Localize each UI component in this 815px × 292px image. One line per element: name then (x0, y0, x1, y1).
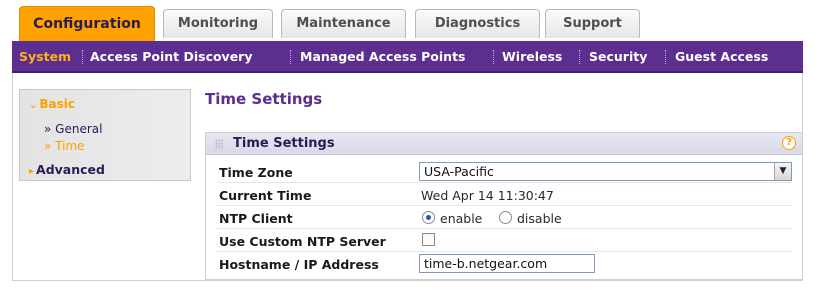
sidebar-menu: ⌄ Basic » General » Time ▸ Advanced (19, 89, 191, 181)
chevron-down-icon: ⌄ (29, 100, 38, 111)
ntp-client-row: NTP Client enable disable (217, 207, 792, 229)
ntp-disable-radio[interactable] (499, 211, 512, 224)
time-settings-panel: Time Settings ? Time Zone USA-Pacific ▼ … (205, 132, 803, 280)
hostname-row: Hostname / IP Address (217, 253, 792, 275)
ntp-enable-label: enable (440, 211, 483, 226)
sidebar-item-basic[interactable]: ⌄ Basic (29, 97, 75, 111)
ntp-client-label: NTP Client (219, 211, 293, 226)
bullet-icon: » (44, 139, 56, 153)
panel-title: Time Settings (233, 136, 335, 151)
sidebar-item-label: General (55, 122, 103, 136)
page-title: Time Settings (205, 90, 323, 108)
custom-ntp-label: Use Custom NTP Server (219, 234, 386, 249)
help-icon[interactable]: ? (782, 136, 796, 150)
ntp-enable-radio[interactable] (422, 211, 435, 224)
subnav-separator (290, 50, 291, 64)
subnav-separator (665, 50, 666, 64)
tab-configuration[interactable]: Configuration (19, 6, 155, 41)
time-zone-label: Time Zone (219, 165, 293, 180)
subnav-wireless[interactable]: Wireless (502, 41, 562, 73)
subnav-security[interactable]: Security (589, 41, 647, 73)
sidebar-item-general[interactable]: » General (44, 122, 102, 136)
subnav-separator (579, 50, 580, 64)
current-time-label: Current Time (219, 188, 312, 203)
custom-ntp-checkbox[interactable] (422, 233, 435, 246)
tab-monitoring[interactable]: Monitoring (163, 9, 273, 38)
subnav-separator (493, 50, 494, 64)
tab-support[interactable]: Support (545, 9, 640, 38)
subnav-managed-access-points[interactable]: Managed Access Points (300, 41, 466, 73)
current-time-row: Current Time Wed Apr 14 11:30:47 (217, 184, 792, 206)
hostname-input[interactable] (419, 254, 595, 273)
main-tab-bar: Configuration Monitoring Maintenance Dia… (0, 0, 815, 41)
custom-ntp-row: Use Custom NTP Server (217, 230, 792, 252)
panel-header: Time Settings ? (206, 133, 802, 155)
chevron-down-icon[interactable]: ▼ (774, 163, 791, 180)
ntp-disable-label: disable (517, 211, 562, 226)
sidebar-item-label: Basic (39, 97, 76, 111)
subnav-guest-access[interactable]: Guest Access (675, 41, 768, 73)
time-zone-value: USA-Pacific (424, 164, 494, 179)
sidebar-item-advanced[interactable]: ▸ Advanced (29, 162, 105, 177)
time-zone-row: Time Zone USA-Pacific ▼ (217, 161, 792, 183)
chevron-right-icon: ▸ (29, 166, 35, 177)
sidebar-item-label: Advanced (36, 162, 105, 177)
subnav-system[interactable]: System (19, 41, 71, 73)
time-zone-select[interactable]: USA-Pacific ▼ (419, 162, 792, 181)
bullet-icon: » (44, 122, 56, 136)
subnav-separator (82, 50, 83, 64)
hostname-label: Hostname / IP Address (219, 257, 379, 272)
subnav-access-point-discovery[interactable]: Access Point Discovery (90, 41, 253, 73)
tab-maintenance[interactable]: Maintenance (281, 9, 406, 38)
current-time-value: Wed Apr 14 11:30:47 (421, 188, 554, 203)
sidebar-item-label: Time (55, 139, 85, 153)
sidebar-item-time[interactable]: » Time (44, 139, 85, 153)
sub-navigation: System Access Point Discovery Managed Ac… (12, 41, 803, 73)
tab-diagnostics[interactable]: Diagnostics (415, 9, 540, 38)
grip-icon (215, 139, 223, 149)
